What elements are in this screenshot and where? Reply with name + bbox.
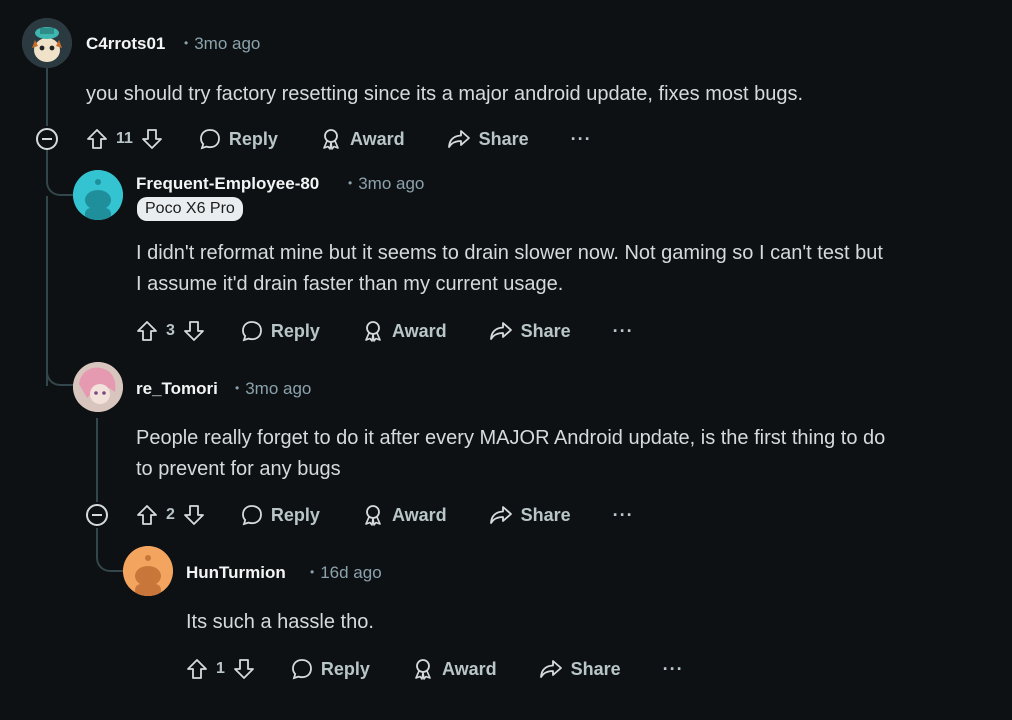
share-label: Share: [520, 320, 571, 341]
downvote-icon[interactable]: [141, 128, 163, 150]
timestamp: • 16d ago: [310, 563, 382, 582]
share-icon: [489, 506, 512, 524]
reply-label: Reply: [270, 504, 320, 525]
reply-button[interactable]: Reply: [241, 320, 320, 342]
comment-bubble-icon: [292, 659, 312, 680]
vote-group: 3: [136, 320, 205, 342]
user-flair: Poco X6 Pro: [137, 197, 243, 221]
avatar-image: [73, 170, 123, 220]
reply-label: Reply: [320, 658, 370, 679]
username[interactable]: C4rrots01: [86, 34, 165, 54]
downvote-icon[interactable]: [233, 658, 255, 680]
vote-group: 1: [186, 658, 255, 680]
upvote-icon[interactable]: [136, 320, 158, 342]
reply-label: Reply: [270, 320, 320, 341]
award-icon: [365, 505, 381, 526]
share-label: Share: [520, 504, 571, 525]
comment-actions: 3 Reply Award Share ···: [136, 316, 634, 346]
award-icon: [415, 659, 431, 680]
comment-actions: 11 Reply Award Share ···: [86, 124, 592, 154]
reply-button[interactable]: Reply: [291, 658, 370, 680]
username[interactable]: re_Tomori: [136, 379, 218, 399]
more-options-button[interactable]: ···: [613, 505, 634, 526]
award-label: Award: [441, 658, 497, 679]
downvote-icon[interactable]: [183, 504, 205, 526]
comment-text-line: I assume it'd drain faster than my curre…: [136, 273, 564, 295]
share-label: Share: [478, 128, 529, 149]
username[interactable]: HunTurmion: [186, 563, 286, 583]
time-label: 16d ago: [320, 563, 382, 582]
collapse-thread-button[interactable]: [36, 128, 58, 150]
award-button[interactable]: Award: [320, 128, 405, 150]
reply-button[interactable]: Reply: [199, 128, 278, 150]
avatar[interactable]: [22, 18, 72, 68]
vote-count: 2: [166, 506, 175, 523]
comment-bubble-icon: [242, 505, 262, 526]
time-label: 3mo ago: [194, 34, 261, 53]
more-options-button[interactable]: ···: [613, 321, 634, 342]
downvote-icon[interactable]: [183, 320, 205, 342]
share-label: Share: [570, 658, 621, 679]
upvote-icon[interactable]: [186, 658, 208, 680]
timestamp: • 3mo ago: [348, 174, 425, 193]
vote-group: 2: [136, 504, 205, 526]
avatar[interactable]: [123, 546, 173, 596]
share-icon: [447, 130, 470, 148]
thread-line: [96, 528, 124, 572]
share-button[interactable]: Share: [489, 504, 571, 526]
timestamp: • 3mo ago: [184, 34, 261, 53]
thread-line: [46, 150, 74, 196]
vote-count: 1: [216, 660, 225, 677]
avatar[interactable]: [73, 170, 123, 220]
avatar-image: [73, 362, 123, 412]
thread-line: [96, 418, 98, 502]
reply-button[interactable]: Reply: [241, 504, 320, 526]
comment-bubble-icon: [200, 129, 220, 150]
award-button[interactable]: Award: [412, 658, 497, 680]
comment-text-line: I didn't reformat mine but it seems to d…: [136, 242, 883, 264]
share-button[interactable]: Share: [447, 128, 529, 150]
avatar[interactable]: [73, 362, 123, 412]
thread-line: [46, 68, 48, 126]
time-label: 3mo ago: [245, 379, 312, 398]
comment-text: People really forget to do it after ever…: [136, 423, 885, 485]
comment-text: I didn't reformat mine but it seems to d…: [136, 238, 883, 300]
vote-count: 11: [116, 130, 133, 147]
award-label: Award: [391, 504, 447, 525]
comment-actions: 1 Reply Award Share ···: [186, 654, 684, 684]
share-button[interactable]: Share: [539, 658, 621, 680]
award-label: Award: [349, 128, 405, 149]
upvote-icon[interactable]: [86, 128, 108, 150]
collapse-thread-button[interactable]: [86, 504, 108, 526]
share-icon: [539, 660, 562, 678]
more-options-button[interactable]: ···: [663, 659, 684, 680]
award-icon: [323, 129, 339, 150]
comment-actions: 2 Reply Award Share ···: [136, 500, 634, 530]
award-icon: [365, 321, 381, 342]
comment-text: Its such a hassle tho.: [186, 611, 374, 633]
time-label: 3mo ago: [358, 174, 425, 193]
thread-line: [46, 340, 74, 386]
reply-label: Reply: [228, 128, 278, 149]
comment-text-line: to prevent for any bugs: [136, 458, 341, 480]
avatar-image: [22, 18, 72, 68]
vote-count: 3: [166, 322, 175, 339]
award-button[interactable]: Award: [362, 320, 447, 342]
share-button[interactable]: Share: [489, 320, 571, 342]
award-button[interactable]: Award: [362, 504, 447, 526]
comment-text-line: People really forget to do it after ever…: [136, 427, 886, 449]
timestamp: • 3mo ago: [235, 379, 312, 398]
comment-text: you should try factory resetting since i…: [86, 83, 804, 105]
comment-bubble-icon: [242, 321, 262, 342]
username[interactable]: Frequent-Employee-80: [136, 174, 319, 194]
share-icon: [489, 322, 512, 340]
award-label: Award: [391, 320, 447, 341]
vote-group: 11: [86, 128, 163, 150]
avatar-image: [123, 546, 173, 596]
upvote-icon[interactable]: [136, 504, 158, 526]
more-options-button[interactable]: ···: [571, 129, 592, 150]
